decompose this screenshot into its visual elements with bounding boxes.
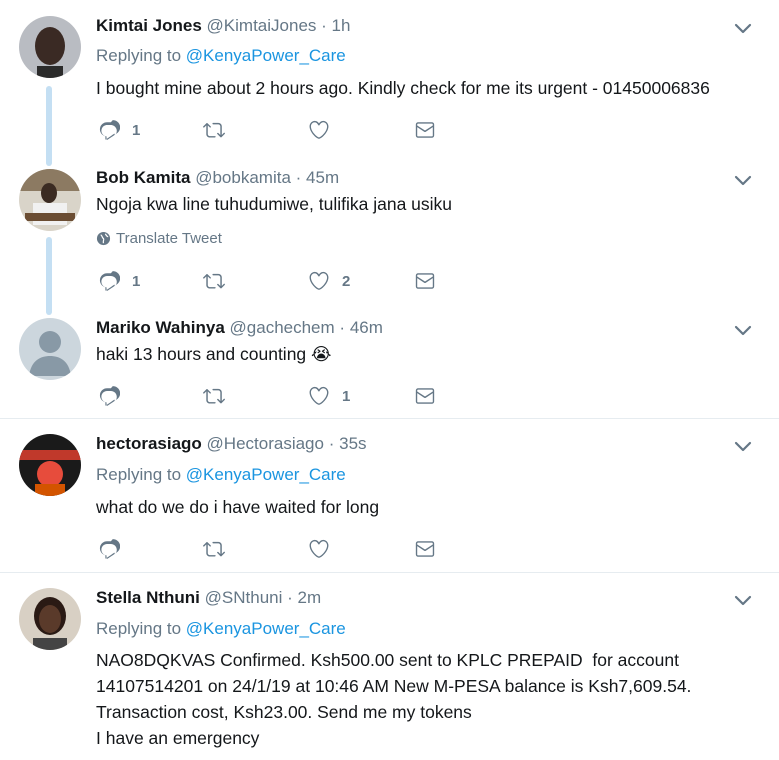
avatar[interactable]	[19, 434, 81, 496]
replying-to-label: Replying to	[96, 465, 182, 484]
reply-button[interactable]	[98, 537, 120, 561]
chevron-down-icon[interactable]	[734, 23, 752, 35]
like-button[interactable]: 1	[308, 384, 350, 408]
retweet-icon	[202, 538, 226, 560]
user-name[interactable]: Kimtai Jones	[96, 16, 202, 35]
replying-to: Replying to @KenyaPower_Care	[96, 46, 346, 66]
tweet-text-line: NAO8DQKVAS Confirmed. Ksh500.00 sent to …	[96, 650, 679, 670]
tweet-header: Mariko Wahinya @gachechem · 46m	[96, 318, 383, 338]
tweet-text: I bought mine about 2 hours ago. Kindly …	[96, 78, 710, 98]
chevron-down-icon[interactable]	[734, 595, 752, 607]
user-handle[interactable]: @KimtaiJones	[207, 16, 317, 35]
tweet-text: Ngoja kwa line tuhudumiwe, tulifika jana…	[96, 194, 453, 214]
mention-link[interactable]: @KenyaPower_Care	[186, 46, 346, 65]
heart-icon	[308, 385, 330, 407]
tweet-text: what do we do i have waited for long	[96, 497, 380, 517]
separator-dot: ·	[339, 318, 346, 337]
separator-dot: ·	[287, 588, 293, 607]
user-name[interactable]: Stella Nthuni	[96, 588, 200, 607]
tweet-time[interactable]: 2m	[298, 588, 322, 607]
mention-link[interactable]: @KenyaPower_Care	[186, 619, 346, 638]
separator-dot: ·	[321, 16, 327, 35]
chevron-down-icon[interactable]	[734, 175, 752, 187]
direct-message-button[interactable]	[414, 269, 436, 293]
reply-count: 1	[132, 121, 141, 139]
divider	[0, 572, 779, 573]
reply-button[interactable]	[98, 384, 120, 408]
user-name[interactable]: Bob Kamita	[96, 168, 190, 187]
chevron-down-icon[interactable]	[734, 441, 752, 453]
reply-icon	[98, 538, 120, 560]
envelope-icon	[414, 538, 436, 560]
tweet-time[interactable]: 45m	[306, 168, 339, 187]
retweet-icon	[202, 270, 226, 292]
tweet-header: Kimtai Jones @KimtaiJones · 1h	[96, 16, 350, 36]
globe-icon	[96, 231, 111, 246]
reply-icon	[98, 119, 120, 141]
tweet-text: haki 13 hours and counting 😭	[96, 344, 332, 364]
translate-label: Translate Tweet	[116, 230, 222, 247]
user-name[interactable]: Mariko Wahinya	[96, 318, 225, 337]
tweet-text: NAO8DQKVAS Confirmed. Ksh500.00 sent to …	[96, 647, 691, 751]
avatar[interactable]	[19, 169, 81, 231]
direct-message-button[interactable]	[414, 537, 436, 561]
tweet-header: Bob Kamita @bobkamita · 45m	[96, 168, 339, 188]
envelope-icon	[414, 385, 436, 407]
like-count: 2	[342, 272, 351, 290]
thread-line	[46, 237, 52, 315]
tweet-text-line: Transaction cost, Ksh23.00. Send me my t…	[96, 702, 472, 722]
user-handle[interactable]: @gachechem	[230, 318, 335, 337]
translate-tweet-link[interactable]: Translate Tweet	[96, 230, 222, 247]
direct-message-button[interactable]	[414, 384, 436, 408]
envelope-icon	[414, 119, 436, 141]
divider	[0, 418, 779, 419]
replying-to: Replying to @KenyaPower_Care	[96, 465, 346, 485]
retweet-icon	[202, 119, 226, 141]
retweet-button[interactable]	[202, 118, 226, 142]
user-handle[interactable]: @Hectorasiago	[207, 434, 324, 453]
reply-icon	[98, 385, 120, 407]
tweet-header: Stella Nthuni @SNthuni · 2m	[96, 588, 321, 608]
replying-to: Replying to @KenyaPower_Care	[96, 619, 346, 639]
mention-link[interactable]: @KenyaPower_Care	[186, 465, 346, 484]
chevron-down-icon[interactable]	[734, 325, 752, 337]
retweet-button[interactable]	[202, 537, 226, 561]
tweet-time[interactable]: 46m	[350, 318, 383, 337]
tweet-header: hectorasiago @Hectorasiago · 35s	[96, 434, 367, 454]
separator-dot: ·	[328, 434, 335, 453]
thread-line	[46, 86, 52, 166]
retweet-button[interactable]	[202, 269, 226, 293]
separator-dot: ·	[295, 168, 302, 187]
avatar[interactable]	[19, 318, 81, 380]
tweet-text-line: I have an emergency	[96, 728, 260, 748]
tweet-time[interactable]: 35s	[339, 434, 366, 453]
replying-to-label: Replying to	[96, 619, 182, 638]
tweet-text-line: 14107514201 on 24/1/19 at 10:46 AM New M…	[96, 676, 692, 696]
reply-icon	[98, 270, 120, 292]
direct-message-button[interactable]	[414, 118, 436, 142]
like-button[interactable]: 2	[308, 269, 350, 293]
heart-icon	[308, 270, 330, 292]
like-count: 1	[342, 387, 351, 405]
tweet-time[interactable]: 1h	[332, 16, 351, 35]
like-button[interactable]	[308, 537, 330, 561]
retweet-button[interactable]	[202, 384, 226, 408]
reply-button[interactable]: 1	[98, 118, 140, 142]
heart-icon	[308, 538, 330, 560]
replying-to-label: Replying to	[96, 46, 182, 65]
reply-count: 1	[132, 272, 141, 290]
envelope-icon	[414, 270, 436, 292]
retweet-icon	[202, 385, 226, 407]
user-name[interactable]: hectorasiago	[96, 434, 202, 453]
user-handle[interactable]: @bobkamita	[195, 168, 291, 187]
avatar[interactable]	[19, 16, 81, 78]
avatar[interactable]	[19, 588, 81, 650]
heart-icon	[308, 119, 330, 141]
reply-button[interactable]: 1	[98, 269, 140, 293]
user-handle[interactable]: @SNthuni	[205, 588, 283, 607]
like-button[interactable]	[308, 118, 330, 142]
